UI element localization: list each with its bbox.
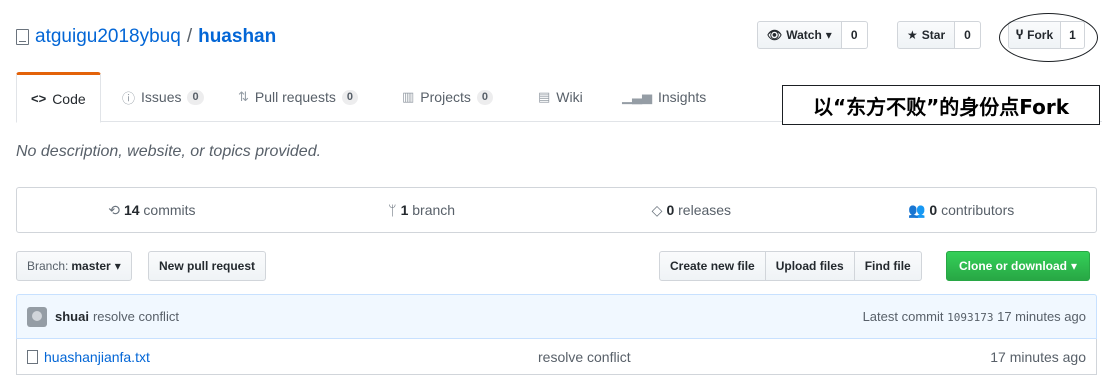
fork-highlight-ellipse <box>999 13 1098 62</box>
pull-request-icon: ⇅ <box>238 89 249 104</box>
star-count[interactable]: 0 <box>955 21 981 49</box>
tag-icon: ◇ <box>651 201 663 218</box>
commits-summary[interactable]: ⟲ 14 commits <box>17 202 287 219</box>
find-file-button[interactable]: Find file <box>853 251 922 281</box>
tab-insights[interactable]: ▁▃▅ Insights <box>622 72 706 122</box>
numbers-summary: ⟲ 14 commits ᛘ1 branch ◇ 0 releases 👥 0 con… <box>16 187 1097 233</box>
file-age: 17 minutes ago <box>990 348 1086 365</box>
file-commit-message[interactable]: resolve conflict <box>538 349 990 365</box>
commit-sha[interactable]: 1093173 <box>947 311 993 324</box>
create-new-file-button[interactable]: Create new file <box>659 251 766 281</box>
star-group: ★ Star 0 <box>897 21 981 49</box>
history-icon: ⟲ <box>108 201 120 218</box>
book-icon: ▤ <box>538 89 551 104</box>
file-icon <box>27 349 38 364</box>
file-name-link[interactable]: huashanjianfa.txt <box>44 349 538 365</box>
file-actions-group: Create new file Upload files Find file <box>659 251 922 281</box>
repo-separator: / <box>186 26 193 47</box>
releases-summary[interactable]: ◇ 0 releases <box>557 202 827 219</box>
contributors-summary[interactable]: 👥 0 contributors <box>826 202 1096 219</box>
star-button[interactable]: ★ Star <box>897 21 956 49</box>
latest-commit-info: Latest commit 1093173 17 minutes ago <box>862 309 1086 324</box>
annotation-callout: 以“东方不败”的身份点Fork <box>782 85 1100 125</box>
repo-description: No description, website, or topics provi… <box>16 143 322 160</box>
new-pull-request-button[interactable]: New pull request <box>148 251 267 281</box>
branch-icon: ᛘ <box>388 202 397 218</box>
repo-icon <box>16 29 29 45</box>
branches-summary[interactable]: ᛘ1 branch <box>287 202 557 218</box>
star-icon: ★ <box>907 28 918 42</box>
project-icon: ▥ <box>402 89 415 104</box>
eye-icon: 👁 <box>767 28 783 42</box>
chevron-down-icon: ▾ <box>114 259 121 273</box>
tab-projects[interactable]: ▥ Projects 0 <box>402 72 493 122</box>
people-icon: 👥 <box>907 201 926 218</box>
tab-issues[interactable]: ⓘ Issues 0 <box>122 72 204 122</box>
chevron-down-icon: ▾ <box>825 28 832 42</box>
table-row: huashanjianfa.txt resolve conflict 17 mi… <box>16 339 1097 375</box>
pull-requests-count: 0 <box>341 89 358 105</box>
tab-pull-requests[interactable]: ⇅ Pull requests 0 <box>238 72 358 122</box>
commit-author[interactable]: shuai <box>55 309 89 324</box>
projects-count: 0 <box>476 89 493 105</box>
avatar[interactable] <box>27 306 47 327</box>
watch-count[interactable]: 0 <box>841 21 868 49</box>
issues-count: 0 <box>187 89 204 105</box>
latest-commit-bar: shuai resolve conflict Latest commit 109… <box>16 294 1097 339</box>
tab-wiki[interactable]: ▤ Wiki <box>538 72 583 122</box>
repo-title: atguigu2018ybuq / huashan <box>16 26 276 48</box>
commit-message[interactable]: resolve conflict <box>93 309 179 324</box>
upload-files-button[interactable]: Upload files <box>764 251 855 281</box>
clone-or-download-button[interactable]: Clone or download ▾ <box>946 251 1091 281</box>
issue-icon: ⓘ <box>122 90 136 106</box>
watch-button[interactable]: 👁 Watch ▾ <box>757 21 842 49</box>
chevron-down-icon: ▾ <box>1071 259 1078 273</box>
watch-group: 👁 Watch ▾ 0 <box>757 21 868 49</box>
code-icon: <> <box>31 91 47 106</box>
repo-name-link[interactable]: huashan <box>198 26 276 48</box>
graph-icon: ▁▃▅ <box>622 89 652 104</box>
branch-select-button[interactable]: Branch: master ▾ <box>16 251 132 281</box>
tab-code[interactable]: <> Code <box>16 72 101 123</box>
repo-owner-link[interactable]: atguigu2018ybuq <box>35 26 181 48</box>
